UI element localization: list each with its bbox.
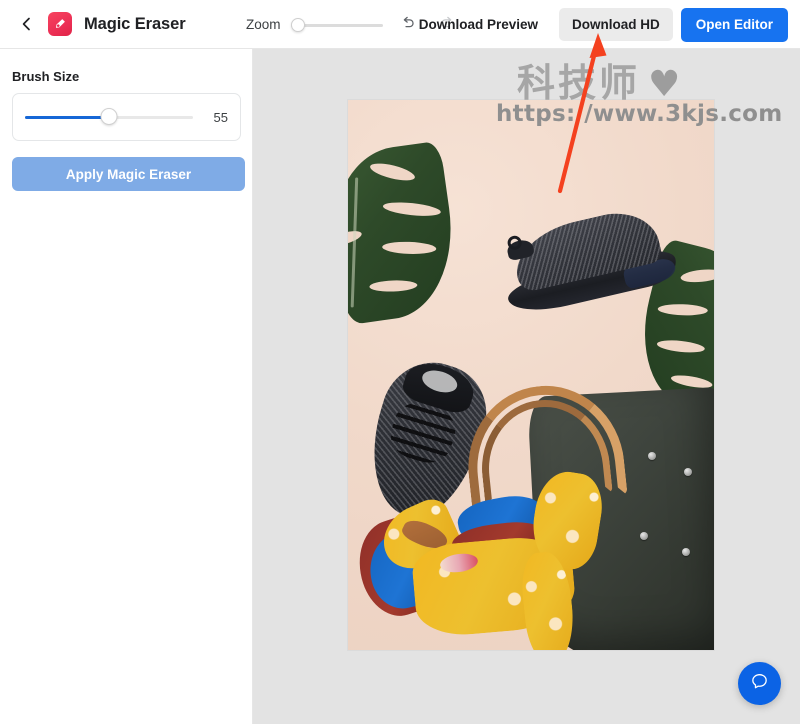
brush-size-card: 55 <box>12 93 241 141</box>
bag-stud <box>640 532 648 540</box>
page-title: Magic Eraser <box>84 14 186 33</box>
brush-size-value: 55 <box>213 109 228 125</box>
apply-magic-eraser-button[interactable]: Apply Magic Eraser <box>12 157 245 191</box>
brush-size-label: Brush Size <box>12 69 80 84</box>
zoom-slider-thumb[interactable] <box>290 17 305 32</box>
help-chat-button[interactable] <box>738 662 781 705</box>
bag-stud <box>648 452 656 460</box>
zoom-label: Zoom <box>246 17 281 32</box>
chevron-left-icon <box>19 16 35 32</box>
download-preview-button[interactable]: Download Preview <box>406 8 551 41</box>
open-editor-button[interactable]: Open Editor <box>680 7 788 42</box>
magic-eraser-app: Magic Eraser Zoom Download Preview Downl… <box>0 0 800 724</box>
app-header: Magic Eraser Zoom Download Preview Downl… <box>0 0 800 49</box>
brush-slider-thumb[interactable] <box>100 108 118 125</box>
header-actions: Download Preview Download HD Open Editor <box>406 0 788 49</box>
zoom-control-group: Zoom <box>246 0 383 49</box>
brush-slider-fill <box>25 116 109 119</box>
photo-preview[interactable] <box>348 100 714 650</box>
editor-canvas[interactable] <box>253 49 800 724</box>
bag-stud <box>682 548 690 556</box>
bag-stud <box>684 468 692 476</box>
chat-bubble-icon <box>749 671 770 697</box>
magic-eraser-app-icon <box>48 12 72 36</box>
tool-sidebar: Brush Size 55 Apply Magic Eraser <box>0 49 253 724</box>
download-hd-button[interactable]: Download HD <box>559 8 673 41</box>
brush-size-slider[interactable] <box>25 108 193 125</box>
back-button[interactable] <box>10 7 44 41</box>
zoom-slider[interactable] <box>290 17 383 33</box>
